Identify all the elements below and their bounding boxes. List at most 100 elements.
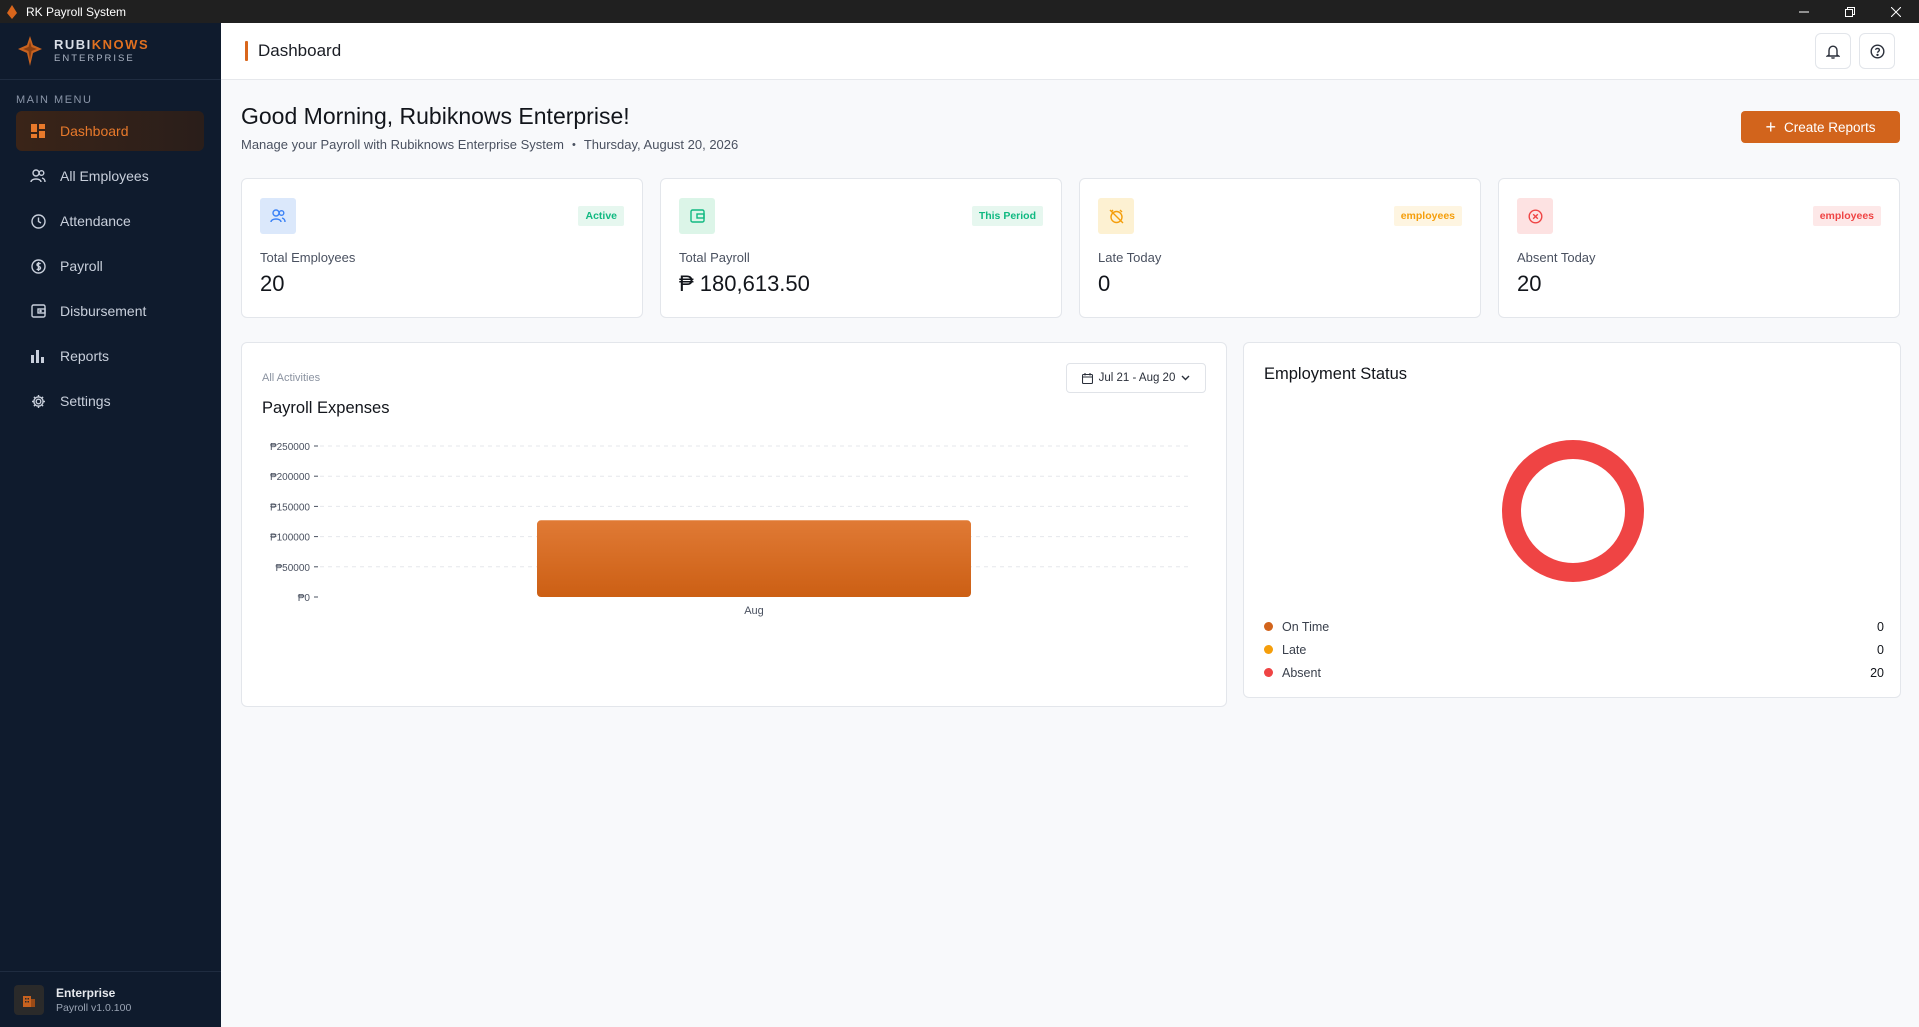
y-tick-label: ₱100000	[270, 533, 310, 544]
card-label: Total Employees	[260, 250, 356, 265]
status-title: Employment Status	[1264, 365, 1408, 383]
users-icon	[30, 168, 46, 184]
legend-value: 20	[1870, 665, 1884, 680]
sidebar-item-label: Disbursement	[60, 303, 147, 319]
card-value: ₱ 180,613.50	[679, 271, 810, 296]
sidebar-footer: Enterprise Payroll v1.0.100	[0, 971, 221, 1027]
y-tick-label: ₱200000	[270, 472, 310, 483]
brand-logo-icon	[18, 36, 42, 66]
bar-chart-icon	[30, 348, 46, 364]
alarm-off-icon	[1098, 198, 1134, 234]
sidebar: RUBIKNOWS ENTERPRISE MAIN MENU Dashboard…	[0, 23, 221, 1027]
window-title: RK Payroll System	[26, 4, 127, 19]
card-label: Absent Today	[1517, 250, 1596, 265]
date-range-label: Jul 21 - Aug 20	[1098, 372, 1176, 384]
stat-card-total-payroll: This Period Total Payroll ₱ 180,613.50	[660, 178, 1062, 318]
legend-value: 0	[1877, 642, 1884, 657]
separator-dot: •	[571, 138, 576, 151]
legend-item-late: Late 0	[1264, 638, 1884, 661]
sidebar-item-label: All Employees	[60, 168, 149, 184]
status-badge: Active	[578, 206, 624, 226]
legend-item-absent: Absent 20	[1264, 661, 1884, 684]
help-button[interactable]	[1859, 33, 1895, 69]
payroll-expenses-panel: ₱0 ₱50000 ₱100000 ₱150000 ₱200000 ₱250000 Aug …	[241, 342, 1227, 707]
menu-heading: MAIN MENU	[16, 94, 93, 106]
stat-card-absent-today: employees Absent Today 20	[1498, 178, 1900, 318]
card-value: 20	[260, 271, 285, 296]
status-badge: This Period	[971, 206, 1043, 226]
legend-swatch	[1264, 668, 1273, 677]
legend-label: Late	[1282, 642, 1307, 657]
legend-item-on-time: On Time 0	[1264, 615, 1884, 638]
page-header: Dashboard	[221, 23, 1919, 80]
sidebar-item-settings[interactable]: Settings	[16, 381, 204, 421]
sidebar-item-all-employees[interactable]: All Employees	[16, 156, 204, 196]
sidebar-item-attendance[interactable]: Attendance	[16, 201, 204, 241]
gear-icon	[30, 393, 46, 409]
close-button[interactable]	[1873, 0, 1919, 23]
minimize-button[interactable]	[1781, 0, 1827, 23]
date-range-select[interactable]: Jul 21 - Aug 20	[1066, 363, 1206, 393]
title-accent-bar	[245, 41, 248, 61]
clock-icon	[30, 213, 46, 229]
donut-slice-absent[interactable]	[1502, 440, 1644, 582]
sidebar-item-disbursement[interactable]: Disbursement	[16, 291, 204, 331]
sidebar-item-label: Settings	[60, 393, 111, 409]
legend-swatch	[1264, 645, 1273, 654]
legend-label: On Time	[1282, 619, 1330, 634]
status-badge: employees	[1812, 206, 1881, 226]
legend-value: 0	[1877, 619, 1884, 634]
card-label: Late Today	[1098, 250, 1162, 265]
payroll-expenses-chart: ₱0 ₱50000 ₱100000 ₱150000 ₱200000 ₱250000 Aug	[270, 442, 1188, 617]
y-tick-label: ₱0	[298, 593, 311, 604]
sidebar-item-label: Dashboard	[60, 123, 129, 139]
app-logo-icon	[4, 4, 20, 20]
window-titlebar: RK Payroll System	[0, 0, 1919, 23]
sidebar-item-label: Payroll	[60, 258, 103, 274]
stat-card-total-employees: Active Total Employees 20	[241, 178, 643, 318]
building-icon	[14, 984, 44, 1015]
stat-card-late-today: employees Late Today 0	[1079, 178, 1481, 318]
current-date: Thursday, August 20, 2026	[583, 137, 739, 152]
help-circle-icon	[1869, 43, 1885, 59]
page-title: Dashboard	[258, 41, 342, 60]
brand-name-b: KNOWS	[91, 37, 150, 53]
card-value: 20	[1517, 271, 1542, 296]
sidebar-item-label: Attendance	[60, 213, 131, 229]
y-tick-label: ₱150000	[270, 502, 310, 513]
dashboard-icon	[30, 123, 46, 139]
legend-swatch	[1264, 622, 1273, 631]
plus-icon: +	[1765, 117, 1776, 137]
status-badge: employees	[1393, 206, 1462, 226]
dollar-icon	[30, 258, 46, 274]
users-icon	[260, 198, 296, 234]
employment-status-donut	[1502, 440, 1644, 582]
footer-version: Payroll v1.0.100	[56, 1001, 132, 1014]
brand: RUBIKNOWS ENTERPRISE	[0, 23, 221, 80]
sidebar-item-payroll[interactable]: Payroll	[16, 246, 204, 286]
bar-aug[interactable]	[537, 520, 971, 597]
y-tick-label: ₱50000	[276, 563, 311, 574]
greeting-heading: Good Morning, Rubiknows Enterprise!	[241, 103, 630, 129]
notifications-button[interactable]	[1815, 33, 1851, 69]
sidebar-item-dashboard[interactable]: Dashboard	[16, 111, 204, 151]
status-legend: On Time 0 Late 0 Absent 20	[1264, 615, 1884, 684]
y-tick-label: ₱250000	[270, 442, 310, 453]
create-reports-button[interactable]: + Create Reports	[1741, 111, 1900, 143]
footer-title: Enterprise	[56, 985, 116, 1000]
restore-button[interactable]	[1827, 0, 1873, 23]
create-reports-label: Create Reports	[1783, 119, 1876, 135]
greeting-subtitle: Manage your Payroll with Rubiknows Enter…	[241, 137, 564, 152]
brand-sub: ENTERPRISE	[54, 53, 135, 65]
chart-title: Payroll Expenses	[262, 399, 390, 417]
greeting-subline: Manage your Payroll with Rubiknows Enter…	[241, 137, 738, 152]
calendar-icon	[1081, 372, 1093, 384]
card-value: 0	[1098, 271, 1111, 296]
card-label: Total Payroll	[679, 250, 750, 265]
wallet-icon	[679, 198, 715, 234]
brand-name-a: RUBI	[54, 37, 92, 53]
wallet-icon	[30, 303, 46, 319]
chart-caption: All Activities	[262, 372, 321, 384]
legend-label: Absent	[1282, 665, 1321, 680]
sidebar-item-reports[interactable]: Reports	[16, 336, 204, 376]
